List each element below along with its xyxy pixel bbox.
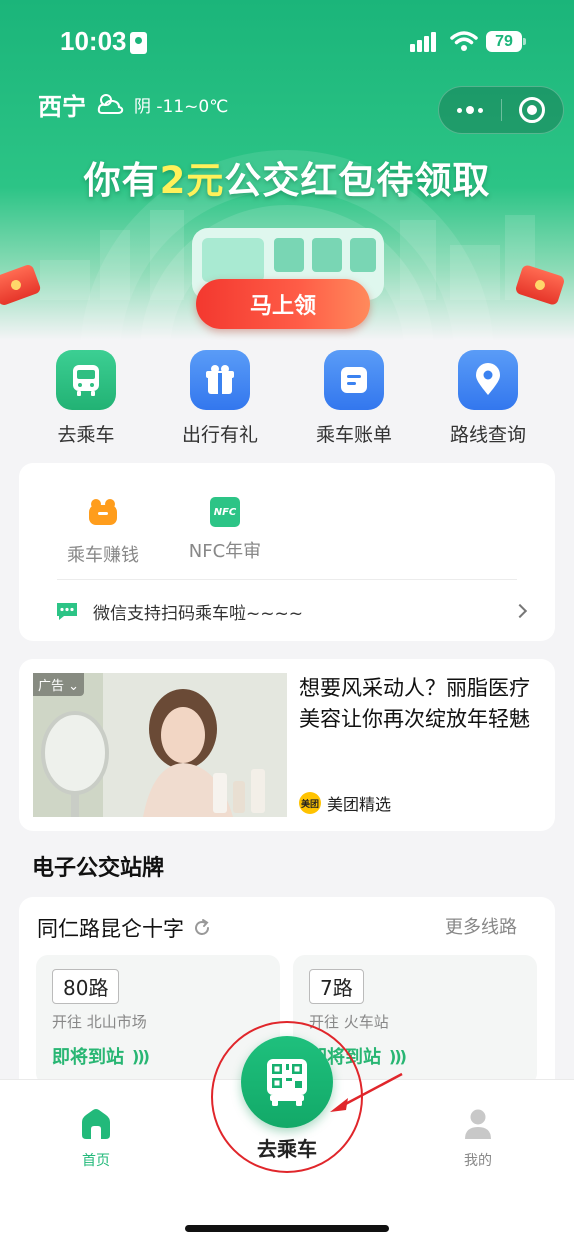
route-number: 80路 — [52, 969, 120, 1004]
route-direction: 开往 北山市场 — [52, 1013, 147, 1031]
arriving-signal-icon: ))) — [389, 1046, 407, 1066]
quick-action-label: 乘车账单 — [315, 424, 392, 446]
cloudy-weather-icon — [97, 94, 124, 114]
city-name[interactable]: 西宁 — [38, 87, 86, 122]
ad-image[interactable]: 广告 ⌄ — [33, 673, 287, 817]
chat-bubble-icon — [57, 603, 77, 620]
quick-action-ride[interactable]: 去乘车 — [19, 350, 153, 450]
tab-mine[interactable]: 我的 — [448, 1108, 508, 1170]
skyline-building — [400, 220, 436, 300]
route-number: 7路 — [309, 969, 364, 1004]
tab-label: 我的 — [464, 1153, 492, 1169]
arriving-signal-icon: ))) — [132, 1046, 150, 1066]
skyline-building — [450, 245, 500, 300]
location-pin-icon — [458, 350, 518, 410]
notice-text: 微信支持扫码乘车啦~~~~ — [93, 603, 303, 624]
id-card-icon — [130, 32, 147, 54]
status-time: 10:03 — [60, 26, 127, 56]
services-card: 乘车赚钱 NFC NFC年审 微信支持扫码乘车啦~~~~ — [19, 463, 555, 641]
battery-indicator: 79 — [486, 31, 526, 52]
quick-action-route[interactable]: 路线查询 — [421, 350, 555, 450]
tab-label: 首页 — [82, 1153, 110, 1169]
bus-icon — [56, 350, 116, 410]
skyline-building — [100, 230, 130, 300]
close-miniprogram-icon[interactable] — [501, 87, 563, 133]
ad-tag: 广告 ⌄ — [33, 673, 85, 696]
ad-brand: 美团 美团精选 — [299, 791, 391, 815]
route-status: 即将到站))) — [52, 1046, 150, 1069]
red-packet-amount: 2元 — [159, 159, 225, 202]
quick-actions: 去乘车 出行有礼 乘车账单 路线查询 — [0, 350, 574, 450]
status-bar: 10:03 79 — [0, 0, 574, 86]
service-earn[interactable]: 乘车赚钱 — [53, 497, 153, 567]
gift-icon — [190, 350, 250, 410]
banner-title: 你有2元公交红包待领取 — [83, 159, 491, 202]
miniprogram-capsule — [438, 86, 564, 134]
service-label: 乘车赚钱 — [67, 545, 139, 566]
more-lines-link[interactable]: 更多线路 — [445, 913, 517, 939]
claim-button[interactable]: 马上领 — [196, 279, 370, 329]
location-weather[interactable]: 西宁 阴 -11~0℃ — [38, 87, 229, 122]
coin-bag-icon — [89, 499, 117, 525]
section-title: 电子公交站牌 — [32, 856, 165, 881]
refresh-icon[interactable] — [192, 918, 212, 938]
nfc-icon: NFC — [210, 497, 240, 527]
bill-icon — [324, 350, 384, 410]
quick-action-label: 去乘车 — [57, 424, 115, 446]
skyline-building — [150, 210, 184, 300]
quick-action-bill[interactable]: 乘车账单 — [287, 350, 421, 450]
annotation-arrow-icon — [330, 1072, 403, 1112]
ad-card[interactable]: 广告 ⌄ 想要风采动人？丽脂医疗美容让你再次绽放年轻魅 美团 美团精选 — [19, 659, 555, 831]
meituan-logo-icon: 美团 — [299, 792, 321, 814]
service-nfc[interactable]: NFC NFC年审 — [175, 497, 275, 563]
wifi-icon — [450, 31, 478, 51]
stop-name[interactable]: 同仁路昆仑十字 — [37, 913, 212, 943]
quick-action-label: 出行有礼 — [181, 424, 258, 446]
signal-icon — [410, 32, 442, 52]
weather-text: 阴 -11~0℃ — [134, 96, 229, 117]
red-envelope-icon — [0, 263, 42, 307]
chevron-right-icon — [512, 603, 528, 619]
ad-title[interactable]: 想要风采动人？丽脂医疗美容让你再次绽放年轻魅 — [299, 673, 549, 735]
quick-action-label: 路线查询 — [449, 424, 526, 446]
user-icon — [465, 1109, 491, 1139]
more-options-icon[interactable] — [439, 87, 501, 133]
quick-action-gift[interactable]: 出行有礼 — [153, 350, 287, 450]
divider — [57, 579, 517, 580]
home-icon — [82, 1109, 110, 1139]
ad-brand-name: 美团精选 — [327, 795, 392, 814]
notice-row[interactable]: 微信支持扫码乘车啦~~~~ — [55, 595, 528, 627]
skyline-building — [40, 260, 90, 300]
home-indicator — [185, 1225, 389, 1232]
service-label: NFC年审 — [188, 541, 262, 562]
tab-home[interactable]: 首页 — [66, 1108, 126, 1170]
